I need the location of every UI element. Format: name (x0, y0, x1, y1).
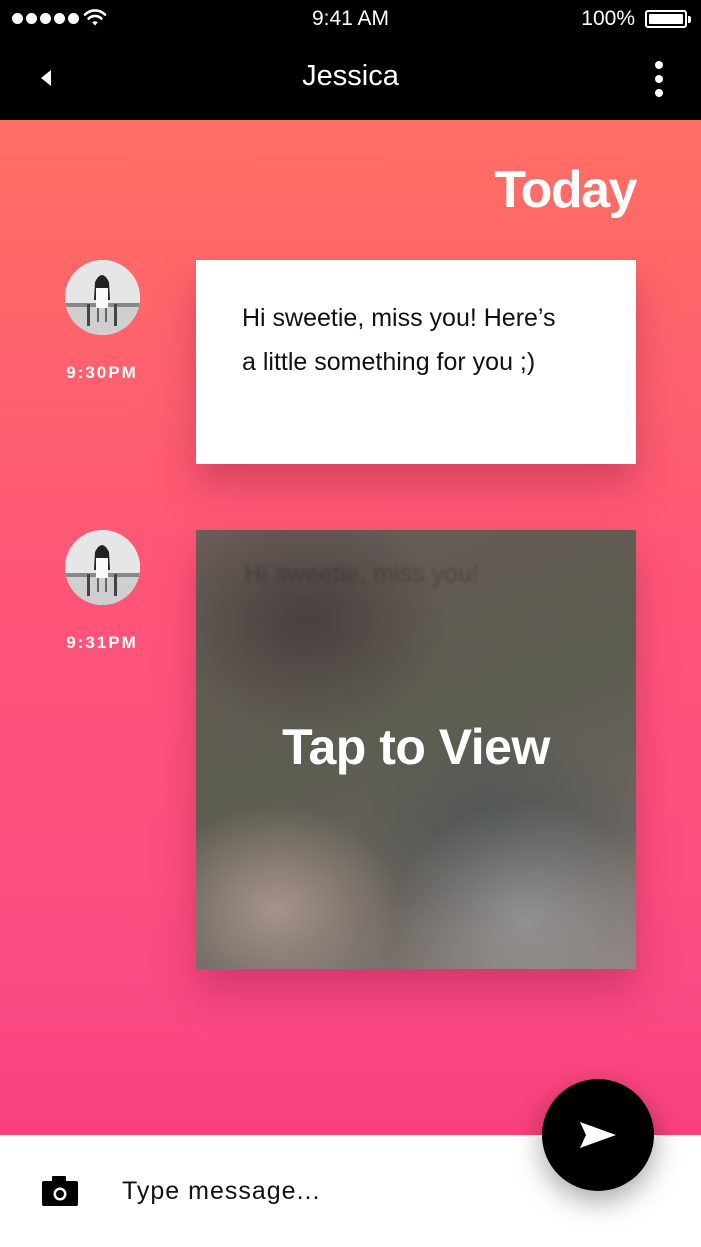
send-icon (580, 1122, 616, 1148)
message-time: 9:31PM (66, 633, 138, 652)
more-vertical-icon (655, 61, 663, 69)
message-time: 9:30PM (66, 363, 138, 382)
date-header: Today (494, 161, 637, 219)
avatar[interactable] (65, 260, 140, 335)
status-bar: 9:41 AM 100% (0, 0, 701, 38)
photo-message-bubble[interactable]: Hi sweetie, miss you! Tap to View (196, 530, 636, 969)
avatar[interactable] (65, 530, 140, 605)
message-text-line: Hi sweetie, miss you! Here’s (242, 304, 556, 332)
profile-photo (65, 260, 140, 335)
contact-name: Jessica (302, 60, 399, 92)
more-options-button[interactable] (647, 60, 671, 98)
message-bubble[interactable]: Hi sweetie, miss you! Here’s a little so… (196, 260, 636, 464)
camera-icon[interactable] (40, 1174, 80, 1208)
blurred-message-preview: Hi sweetie, miss you! (244, 560, 479, 588)
battery-icon (645, 10, 691, 28)
nav-bar: Jessica (0, 38, 701, 120)
message-text-line: a little something for you ;) (242, 348, 536, 376)
chat-area[interactable]: Today 9:30PM Hi sweetie, miss you! Here’… (0, 120, 701, 1135)
tap-to-view-label: Tap to View (282, 719, 550, 775)
send-button[interactable] (542, 1079, 654, 1191)
message-input[interactable] (122, 1168, 502, 1214)
profile-photo (65, 530, 140, 605)
battery-percent: 100% (581, 7, 635, 30)
